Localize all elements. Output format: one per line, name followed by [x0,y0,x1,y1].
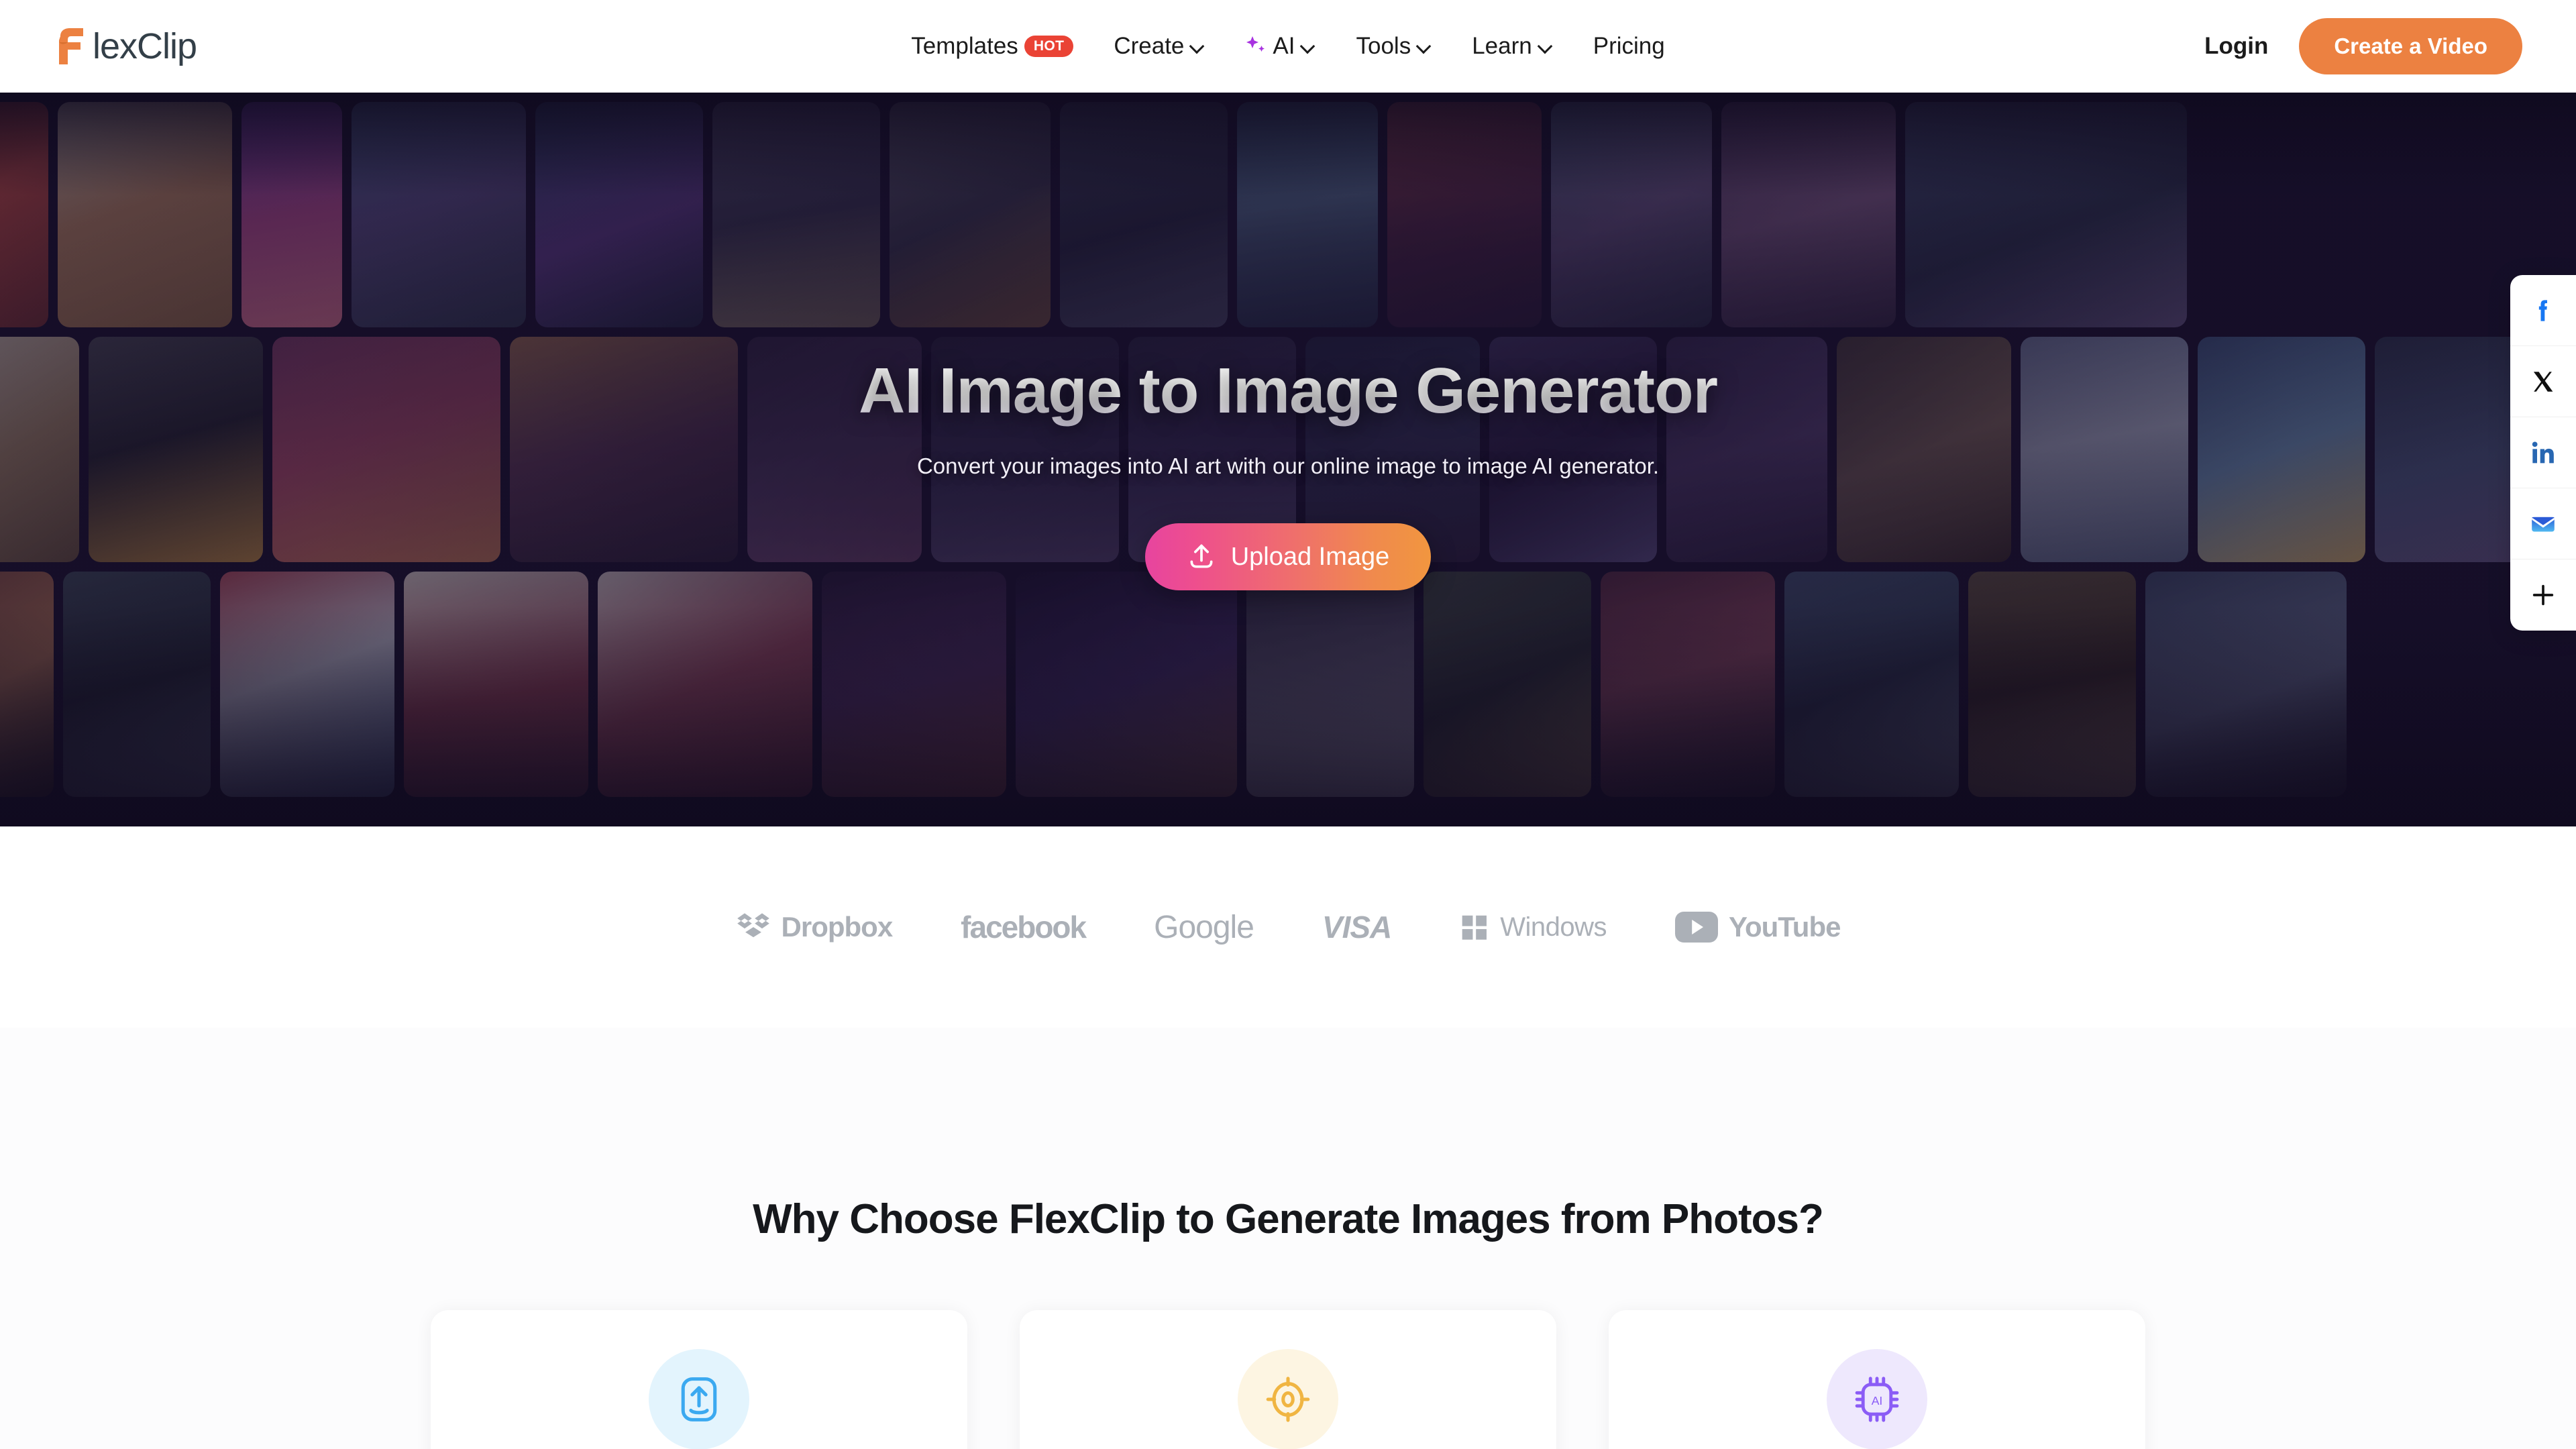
brand-label-youtube: YouTube [1729,911,1841,943]
hero-subtitle: Convert your images into AI art with our… [916,453,1660,478]
share-more-button[interactable] [2510,559,2576,631]
feature-card-rich-ai-features: AI Rich AI Features We provide many AI t… [1609,1310,2145,1449]
nav-item-tools[interactable]: Tools [1356,33,1432,60]
brand-label-google: Google [1154,909,1254,945]
why-choose-section: Why Choose FlexClip to Generate Images f… [0,1028,2576,1449]
flexclip-logo[interactable]: lexClip [54,27,197,66]
nav-item-learn[interactable]: Learn [1472,33,1553,60]
hot-badge: HOT [1024,36,1074,57]
plus-icon [2532,584,2554,606]
logo-text: lexClip [93,26,197,66]
feature-card-high-quality-results: High-Quality Results The advanced AI mod… [1020,1310,1556,1449]
nav-label-learn: Learn [1472,33,1532,59]
chevron-down-icon [1417,39,1432,54]
feature-cards: Keep Updated Our image to image generato… [0,1310,2576,1449]
feature-card-keep-updated: Keep Updated Our image to image generato… [431,1310,967,1449]
nav-label-pricing: Pricing [1593,33,1665,59]
brand-logo-google: Google [1154,909,1254,946]
nav-label-ai: AI [1273,33,1295,59]
nav-item-create[interactable]: Create [1114,33,1205,60]
brand-logo-dropbox: Dropbox [736,910,893,945]
share-facebook-button[interactable] [2510,275,2576,346]
linkedin-icon [2532,441,2554,463]
site-header: lexClip Templates HOT Create AI Tools Le… [0,0,2576,93]
ai-chip-icon: AI [1855,1377,1899,1422]
email-icon [2532,517,2555,532]
flexclip-logo-mark [59,28,83,64]
brand-logo-youtube: YouTube [1675,911,1841,943]
login-link[interactable]: Login [2204,33,2268,60]
nav-label-tools: Tools [1356,33,1411,59]
nav-item-templates[interactable]: Templates HOT [911,33,1074,60]
main-navigation: Templates HOT Create AI Tools Learn Pric… [0,33,2576,60]
why-choose-title: Why Choose FlexClip to Generate Images f… [753,1196,1824,1242]
chevron-down-icon [1190,39,1205,54]
share-x-button[interactable] [2510,346,2576,417]
upload-image-label: Upload Image [1230,542,1390,571]
youtube-icon [1675,912,1719,943]
upload-image-button[interactable]: Upload Image [1144,523,1432,590]
nav-label-create: Create [1114,33,1185,59]
brand-logo-windows: Windows [1460,912,1607,943]
upload-box-icon [681,1377,717,1421]
feature-icon-wrapper: AI [1827,1349,1927,1449]
brand-logo-facebook: facebook [961,909,1087,945]
share-linkedin-button[interactable] [2510,417,2576,488]
hero-section: AI Image to Image Generator Convert your… [0,93,2576,826]
facebook-icon [2538,299,2547,321]
svg-text:AI: AI [1872,1394,1883,1407]
brand-label-facebook: facebook [961,910,1087,945]
create-a-video-button[interactable]: Create a Video [2299,18,2522,74]
nav-item-pricing[interactable]: Pricing [1593,33,1665,60]
header-actions: Login Create a Video [2204,18,2522,74]
upload-arrow-icon [1190,544,1213,568]
brand-label-visa: VISA [1322,910,1392,945]
chevron-down-icon [1301,39,1316,54]
share-email-button[interactable] [2510,488,2576,559]
feature-icon-wrapper [1238,1349,1338,1449]
brand-label-windows: Windows [1500,912,1607,942]
sparkle-icon [1246,36,1265,52]
windows-icon [1462,915,1487,940]
page-title: AI Image to Image Generator [858,355,1718,427]
feature-icon-wrapper [649,1349,749,1449]
brand-logo-visa: VISA [1322,909,1392,945]
x-twitter-icon [2533,371,2553,392]
target-crosshair-icon [1266,1377,1310,1422]
brand-logos-strip: Dropbox facebook Google VISA Windows You… [0,826,2576,1028]
social-share-rail [2510,275,2576,631]
chevron-down-icon [1538,39,1553,54]
hero-content: AI Image to Image Generator Convert your… [0,93,2576,826]
dropbox-icon [737,913,769,938]
nav-label-templates: Templates [911,33,1018,59]
nav-item-ai[interactable]: AI [1245,33,1316,60]
brand-label-dropbox: Dropbox [781,911,894,943]
